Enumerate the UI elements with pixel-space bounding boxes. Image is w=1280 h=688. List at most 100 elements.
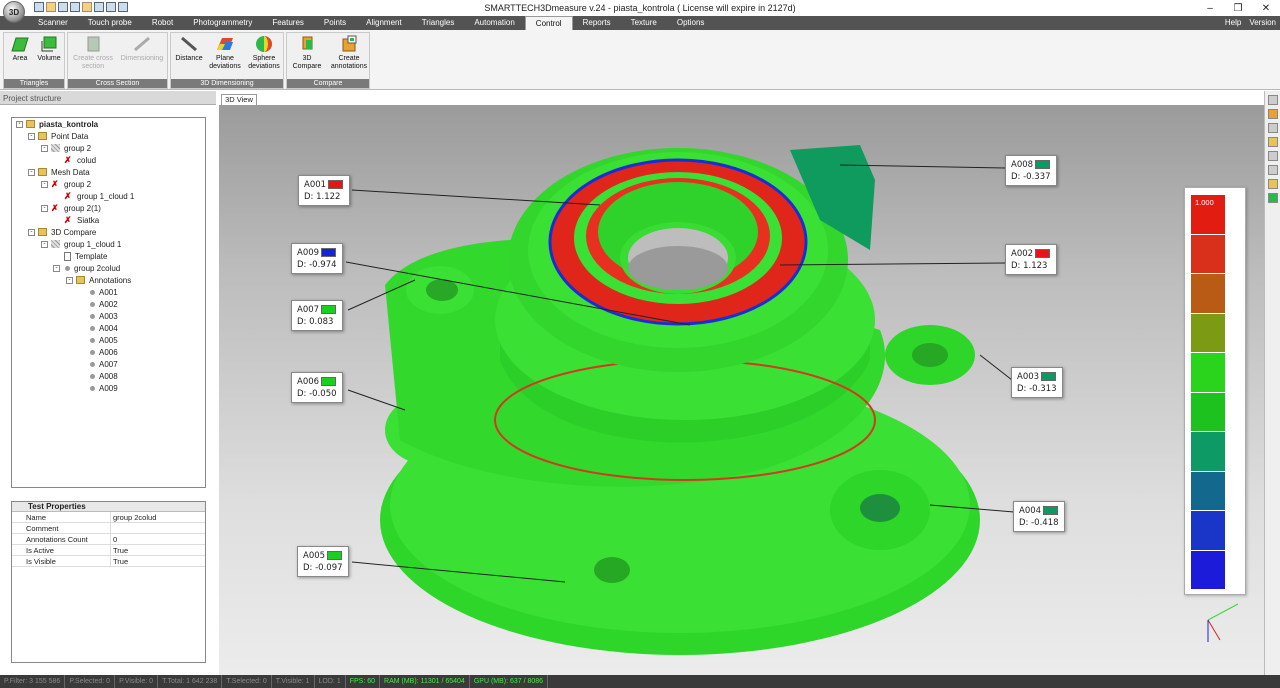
create-cross-section-button[interactable]: Create cross section (70, 35, 116, 71)
tab-touch-probe[interactable]: Touch probe (78, 16, 142, 30)
tree-node[interactable]: A004 (88, 322, 118, 334)
annotation-a003[interactable]: A003 D: -0.313 (1011, 367, 1063, 398)
property-row[interactable]: Name group 2colud (12, 512, 205, 523)
tab-robot[interactable]: Robot (142, 16, 183, 30)
tab-3d-view[interactable]: 3D View (221, 94, 257, 105)
tab-points[interactable]: Points (314, 16, 356, 30)
dot-icon (90, 325, 95, 331)
collapse-icon[interactable]: - (41, 204, 48, 212)
select-icon[interactable] (1267, 165, 1278, 175)
color-swatch (327, 551, 342, 560)
tree-node[interactable]: A008 (88, 370, 118, 382)
hidden-mesh-icon: ✗ (64, 214, 72, 225)
tree-node[interactable]: - group 2 (41, 142, 91, 154)
property-row[interactable]: Comment (12, 523, 205, 534)
status-p-selected: P.Selected: 0 (65, 675, 116, 688)
annotation-a005[interactable]: A005 D: -0.097 (297, 546, 349, 577)
collapse-icon[interactable]: - (66, 276, 73, 284)
tree-node[interactable]: -3D Compare (28, 226, 96, 238)
tree-node[interactable]: ✗ Siatka (64, 214, 99, 226)
annotation-a008[interactable]: A008 D: -0.337 (1005, 155, 1057, 186)
create-annotations-button[interactable]: Create annotations (329, 35, 369, 71)
volume-button[interactable]: Volume (36, 35, 62, 63)
status-t-selected: T.Selected: 0 (222, 675, 272, 688)
property-row[interactable]: Is Active True (12, 545, 205, 556)
tab-features[interactable]: Features (262, 16, 314, 30)
collapse-icon[interactable]: - (16, 120, 23, 128)
pan-icon[interactable] (1267, 123, 1278, 133)
tree-node[interactable]: A003 (88, 310, 118, 322)
distance-button[interactable]: Distance (173, 35, 205, 63)
tree-node[interactable]: - ✗ group 2 (41, 178, 91, 190)
color-scale-legend[interactable]: 1.000 (1184, 187, 1246, 595)
legend-color-band (1191, 233, 1225, 273)
collapse-icon[interactable]: - (53, 264, 60, 272)
tree-node[interactable]: A006 (88, 346, 118, 358)
status-p-filter: P.Filter: 3 155 586 (0, 675, 66, 688)
minimize-icon[interactable]: – (1196, 0, 1224, 16)
tree-node[interactable]: - group 2colud (53, 262, 120, 274)
measure-icon[interactable] (1267, 151, 1278, 161)
tab-automation[interactable]: Automation (464, 16, 524, 30)
annotation-a009[interactable]: A009 D: -0.974 (291, 243, 343, 274)
collapse-icon[interactable]: - (28, 132, 35, 140)
plane-deviations-button[interactable]: Plane deviations (207, 35, 243, 71)
collapse-icon[interactable]: - (28, 168, 35, 176)
tab-texture[interactable]: Texture (621, 16, 667, 30)
restore-icon[interactable]: ❐ (1224, 0, 1252, 16)
tab-triangles[interactable]: Triangles (412, 16, 465, 30)
close-icon[interactable]: ✕ (1252, 0, 1280, 16)
collapse-icon[interactable]: - (41, 144, 48, 152)
annotations-icon (342, 35, 357, 52)
collapse-icon[interactable]: - (41, 240, 48, 248)
3d-compare-button[interactable]: 3D Compare (289, 35, 325, 71)
3d-viewport[interactable]: A001 D: 1.122 A002 D: 1.123 A003 D: -0.313 … (219, 105, 1264, 675)
tree-node[interactable]: - Mesh Data (28, 166, 90, 178)
tree-node[interactable]: ✗ colud (64, 154, 96, 166)
tab-alignment[interactable]: Alignment (356, 16, 412, 30)
tree-node[interactable]: ✗ group 1_cloud 1 (64, 190, 134, 202)
zoom-icon[interactable] (1267, 95, 1278, 105)
tab-scanner[interactable]: Scanner (28, 16, 78, 30)
annotation-a002[interactable]: A002 D: 1.123 (1005, 244, 1057, 275)
folder-icon (38, 228, 47, 236)
annotation-a006[interactable]: A006 D: -0.050 (291, 372, 343, 403)
tree-node[interactable]: - Annotations (66, 274, 131, 286)
area-button[interactable]: Area (9, 35, 31, 63)
color-map-icon[interactable] (1267, 193, 1278, 203)
tree-node[interactable]: A007 (88, 358, 118, 370)
export-view-icon[interactable] (1267, 179, 1278, 189)
tab-options[interactable]: Options (667, 16, 715, 30)
tree-node[interactable]: A009 (88, 382, 118, 394)
help-menu[interactable]: Help (1225, 16, 1241, 30)
collapse-icon[interactable]: - (41, 180, 48, 188)
project-tree: - piasta_kontrola - Point Data - group 2 ✗ c… (11, 117, 206, 488)
collapse-icon[interactable]: - (28, 228, 35, 236)
tree-node[interactable]: - group 1_cloud 1 (41, 238, 121, 250)
hub-model[interactable] (219, 105, 1264, 675)
annotation-a001[interactable]: A001 D: 1.122 (298, 175, 350, 206)
annotation-a004[interactable]: A004 D: -0.418 (1013, 501, 1065, 532)
property-row[interactable]: Annotations Count 0 (12, 534, 205, 545)
sphere-deviations-button[interactable]: Sphere deviations (245, 35, 283, 71)
tree-node[interactable]: - Point Data (28, 130, 88, 142)
version-menu[interactable]: Version (1249, 16, 1276, 30)
tree-node[interactable]: - piasta_kontrola (16, 118, 98, 130)
dimensioning-button[interactable]: Dimensioning (118, 35, 166, 63)
folder-icon (38, 168, 47, 176)
tree-node[interactable]: A002 (88, 298, 118, 310)
light-icon[interactable] (1267, 137, 1278, 147)
ribbon-group-triangles: Area Volume Triangles (3, 32, 65, 89)
tab-control[interactable]: Control (524, 16, 573, 30)
rotate-icon[interactable] (1267, 109, 1278, 119)
tab-photogrammetry[interactable]: Photogrammetry (183, 16, 262, 30)
status-gpu: GPU (MB): 637 / 8086 (470, 675, 549, 688)
tree-node[interactable]: - ✗ group 2(1) (41, 202, 101, 214)
annotation-a007[interactable]: A007 D: 0.083 (291, 300, 343, 331)
property-row[interactable]: Is Visible True (12, 556, 205, 567)
tree-node[interactable]: A001 (88, 286, 118, 298)
app-logo[interactable]: 3D (3, 1, 25, 23)
tree-node[interactable]: A005 (88, 334, 118, 346)
tab-reports[interactable]: Reports (573, 16, 621, 30)
tree-node[interactable]: Template (64, 250, 107, 262)
